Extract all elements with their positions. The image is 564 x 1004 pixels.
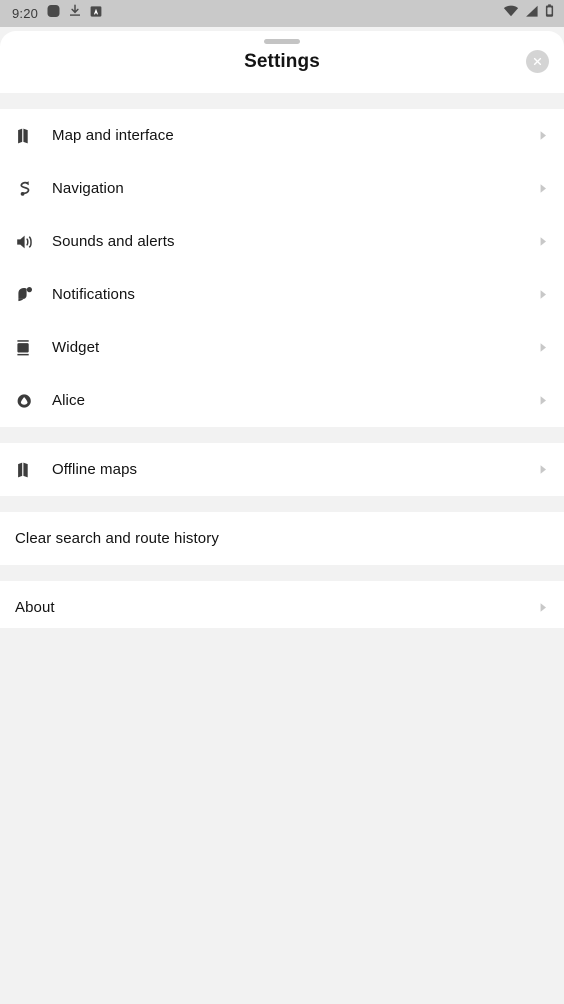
- section-divider: [0, 93, 564, 109]
- status-bar-left: 9:20: [12, 4, 102, 23]
- settings-row-alice[interactable]: Alice: [0, 374, 564, 427]
- cellular-signal-icon: [525, 5, 539, 23]
- phone-screen: 9:20 Settings Map and interface Navigati…: [0, 0, 564, 1004]
- chevron-right-icon: [540, 131, 546, 140]
- settings-row-offline-maps[interactable]: Offline maps: [0, 443, 564, 496]
- settings-row-label: Widget: [52, 339, 100, 356]
- speaker-icon: [15, 232, 52, 252]
- settings-row-label: Sounds and alerts: [52, 233, 175, 250]
- settings-row-label: Map and interface: [52, 127, 174, 144]
- section-divider: [0, 427, 564, 443]
- alice-assistant-icon: [15, 391, 52, 411]
- settings-group-history: Clear search and route history: [0, 512, 564, 565]
- sheet-header: Settings: [0, 31, 564, 93]
- settings-group-about: About: [0, 581, 564, 628]
- settings-row-notifications[interactable]: Notifications: [0, 268, 564, 321]
- settings-row-map-and-interface[interactable]: Map and interface: [0, 109, 564, 162]
- settings-group-offline: Offline maps: [0, 443, 564, 496]
- settings-row-sounds-and-alerts[interactable]: Sounds and alerts: [0, 215, 564, 268]
- navigation-route-icon: [15, 179, 52, 199]
- wifi-icon: [503, 5, 519, 23]
- chevron-right-icon: [540, 396, 546, 405]
- settings-row-label: About: [15, 599, 55, 616]
- section-divider: [0, 496, 564, 512]
- section-divider: [0, 565, 564, 581]
- status-bar-right: [503, 4, 554, 23]
- settings-row-about[interactable]: About: [0, 581, 564, 628]
- chevron-right-icon: [540, 465, 546, 474]
- chevron-right-icon: [540, 603, 546, 612]
- chevron-right-icon: [540, 237, 546, 246]
- settings-row-label: Alice: [52, 392, 86, 409]
- download-icon: [69, 4, 81, 23]
- status-bar-clock: 9:20: [12, 6, 39, 21]
- close-icon: [533, 57, 542, 66]
- chevron-right-icon: [540, 343, 546, 352]
- widget-icon: [15, 338, 52, 358]
- settings-row-label: Navigation: [52, 180, 124, 197]
- settings-bottom-sheet: Settings Map and interface Navigation So…: [0, 31, 564, 628]
- settings-row-label: Notifications: [52, 286, 136, 303]
- chevron-right-icon: [540, 184, 546, 193]
- bell-icon: [15, 285, 52, 305]
- close-button[interactable]: [526, 50, 549, 73]
- status-bar: 9:20: [0, 0, 564, 27]
- settings-row-widget[interactable]: Widget: [0, 321, 564, 374]
- settings-row-label: Offline maps: [52, 461, 138, 478]
- chevron-right-icon: [540, 290, 546, 299]
- map-icon: [15, 126, 52, 146]
- rounded-square-app-icon: [47, 4, 60, 23]
- settings-row-label: Clear search and route history: [15, 530, 219, 547]
- battery-icon: [545, 4, 554, 23]
- settings-group-main: Map and interface Navigation Sounds and …: [0, 109, 564, 427]
- settings-row-navigation[interactable]: Navigation: [0, 162, 564, 215]
- map-icon: [15, 460, 52, 480]
- settings-row-clear-history[interactable]: Clear search and route history: [0, 512, 564, 565]
- page-title: Settings: [244, 51, 320, 72]
- android-auto-badge-icon: [90, 5, 102, 23]
